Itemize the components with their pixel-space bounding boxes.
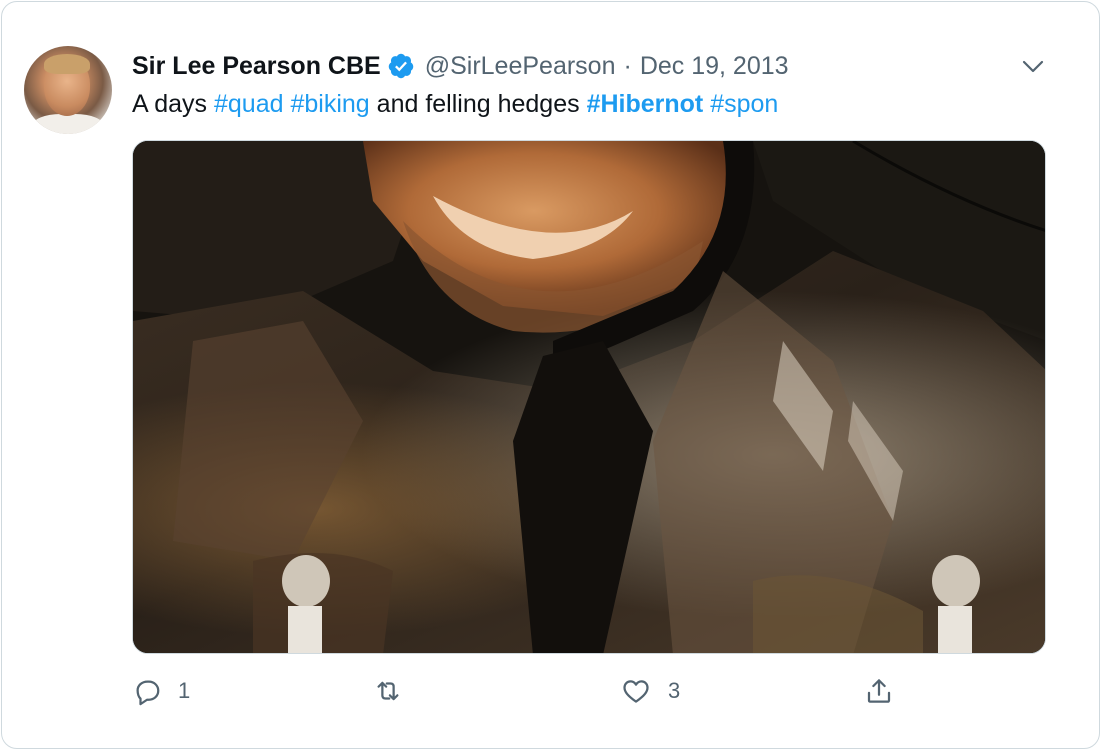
- reply-icon: [132, 676, 162, 706]
- author-handle[interactable]: @SirLeePearson: [425, 52, 616, 81]
- retweet-icon: [372, 676, 404, 706]
- avatar[interactable]: [24, 46, 112, 134]
- tweet-header: Sir Lee Pearson CBE @SirLeePearson · Dec…: [132, 50, 789, 82]
- like-count: 3: [668, 678, 681, 703]
- like-button[interactable]: 3: [620, 674, 680, 708]
- avatar-hair: [44, 54, 90, 74]
- tweet-photo[interactable]: [132, 140, 1046, 654]
- chevron-down-icon[interactable]: [1018, 54, 1048, 80]
- tweet-date[interactable]: Dec 19, 2013: [640, 52, 789, 81]
- author-name[interactable]: Sir Lee Pearson CBE: [132, 52, 381, 81]
- hashtag-quad[interactable]: #quad: [214, 90, 284, 118]
- hashtag-spon[interactable]: #spon: [710, 90, 778, 118]
- verified-badge-icon: [387, 52, 415, 80]
- retweet-button[interactable]: [372, 674, 404, 708]
- tweet-text-plain: A days: [132, 90, 214, 118]
- heart-icon: [620, 676, 652, 706]
- share-button[interactable]: [864, 674, 894, 708]
- reply-button[interactable]: 1: [132, 674, 190, 708]
- tweet-text: A days #quad #biking and felling hedges …: [132, 88, 778, 120]
- muddy-rider-photo: [133, 141, 1045, 653]
- hashtag-hibernot[interactable]: #Hibernot: [587, 90, 704, 118]
- share-icon: [864, 676, 894, 706]
- tweet-text-plain: and felling hedges: [369, 90, 587, 118]
- reply-count: 1: [178, 678, 191, 703]
- tweet-card[interactable]: Sir Lee Pearson CBE @SirLeePearson · Dec…: [1, 1, 1100, 749]
- header-separator: ·: [623, 51, 632, 80]
- avatar-shirt: [32, 114, 104, 134]
- hashtag-biking[interactable]: #biking: [290, 90, 369, 118]
